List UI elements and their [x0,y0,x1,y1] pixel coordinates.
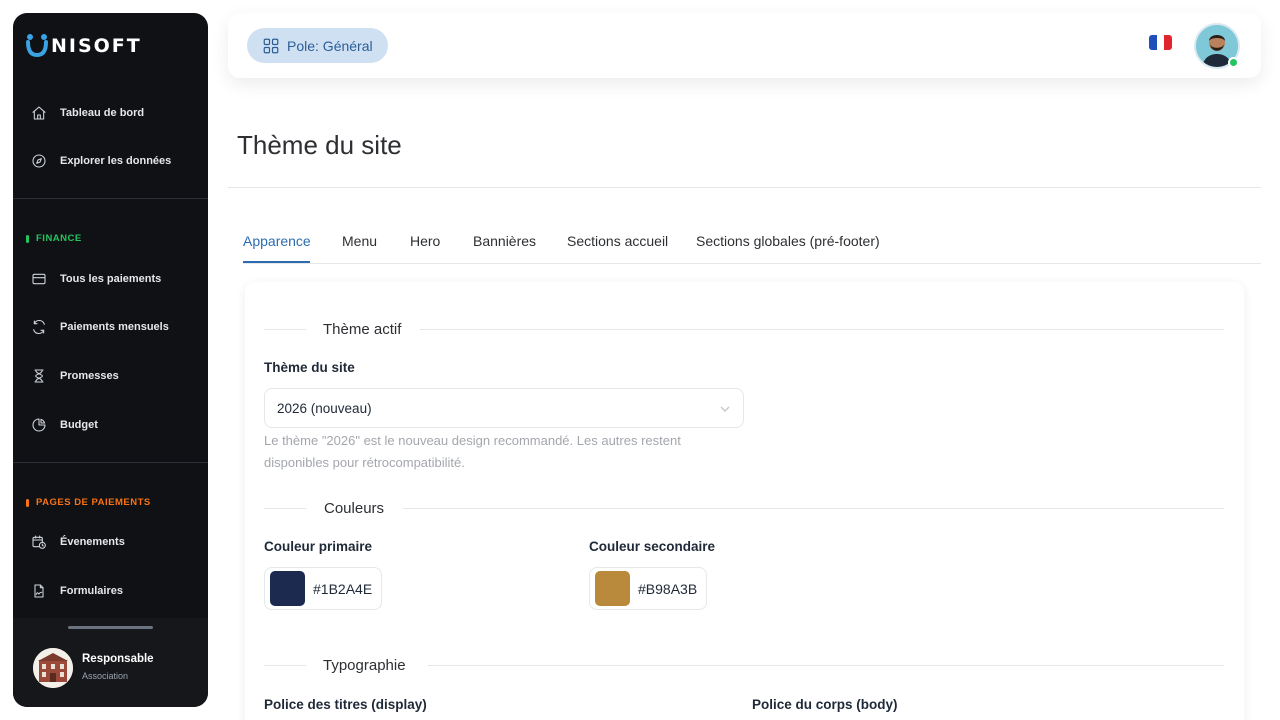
top-header: Pole: Général [228,13,1261,78]
user-role: Association [82,671,129,681]
building-icon [33,648,73,688]
settings-card: Thème actif Thème du site 2026 (nouveau)… [245,282,1244,720]
sidebar-item-events[interactable]: Évenements [31,532,125,552]
secondary-color-picker[interactable]: #B98A3B [589,567,708,610]
brand-logo[interactable]: NISOFT [25,33,142,59]
tabs: Apparence Menu Hero Bannières Sections a… [243,231,1261,264]
avatar [33,648,73,688]
online-status-dot [1228,57,1239,68]
theme-select-value: 2026 (nouveau) [277,400,372,416]
sidebar-item-label: Évenements [60,536,125,548]
primary-color-picker[interactable]: #1B2A4E [264,567,383,610]
sidebar-item-label: Explorer les données [60,155,172,167]
page-title: Thème du site [237,130,402,160]
sidebar: NISOFT Tableau de bord Explorer les donn… [13,13,208,707]
sidebar-item-label: Budget [60,419,98,431]
theme-hint: Le thème "2026" est le nouveau design re… [264,433,681,470]
fieldset-line [428,665,1224,666]
sidebar-item-label: Promesses [60,370,119,382]
primary-color-swatch [270,571,305,606]
section-title-colors: Couleurs [324,500,385,517]
section-label-finance: FINANCE [26,233,82,244]
calendar-clock-icon [32,535,46,549]
tab-sections-accueil[interactable]: Sections accueil [567,233,668,249]
sidebar-item-label: Tous les paiements [60,273,162,285]
fieldset-line [264,665,306,666]
section-label-payment-pages: PAGES DE PAIEMENTS [26,497,151,508]
fieldset-line [420,329,1224,330]
sidebar-item-all-payments[interactable]: Tous les paiements [31,269,161,289]
tab-menu[interactable]: Menu [342,233,377,249]
sidebar-item-promises[interactable]: Promesses [31,366,119,386]
home-icon [32,106,46,120]
fieldset-line [403,508,1224,509]
sidebar-item-label: Paiements mensuels [60,321,169,333]
secondary-color-label: Couleur secondaire [589,539,716,554]
section-label-text: FINANCE [36,233,82,244]
section-title-theme: Thème actif [323,321,402,338]
sidebar-item-budget[interactable]: Budget [31,415,98,435]
display-font-label: Police des titres (display) [264,697,427,712]
credit-card-icon [32,273,46,285]
body-font-label: Police du corps (body) [752,697,898,712]
primary-color-label: Couleur primaire [264,539,373,554]
title-divider [228,187,1261,188]
active-tab-indicator [243,261,310,263]
brand-name: NISOFT [51,35,142,57]
sidebar-divider [13,462,208,463]
grid-icon [263,38,279,53]
user-name: Responsable [82,653,154,665]
tab-bannieres[interactable]: Bannières [473,233,536,249]
refresh-icon [33,319,45,335]
pole-selector-button[interactable]: Pole: Général [247,28,388,63]
flag-fr-icon[interactable] [1149,35,1172,50]
theme-select[interactable]: 2026 (nouveau) [264,388,744,428]
sidebar-scroll-handle[interactable] [68,626,153,629]
chevron-down-icon [720,406,730,412]
tab-hero[interactable]: Hero [410,233,440,249]
fieldset-line [264,508,306,509]
secondary-color-value: #B98A3B [638,580,698,597]
sidebar-item-forms[interactable]: Formulaires [31,581,123,601]
tab-apparence[interactable]: Apparence [243,233,311,249]
section-title-typography: Typographie [323,657,406,674]
pole-label: Pole: Général [287,37,373,54]
unisoft-logo-icon [25,33,49,59]
secondary-color-swatch [595,571,630,606]
section-label-text: PAGES DE PAIEMENTS [36,497,151,508]
tab-sections-globales[interactable]: Sections globales (pré-footer) [696,233,880,249]
compass-icon [32,154,46,168]
file-signature-icon [34,584,44,598]
sidebar-item-dashboard[interactable]: Tableau de bord [31,103,144,123]
section-marker [26,498,29,507]
sidebar-item-monthly-payments[interactable]: Paiements mensuels [31,317,169,337]
sidebar-item-label: Tableau de bord [60,107,145,119]
section-marker [26,234,29,243]
sidebar-item-label: Formulaires [60,585,123,597]
sidebar-divider [13,198,208,199]
pie-chart-icon [32,418,46,432]
primary-color-value: #1B2A4E [313,580,373,597]
fieldset-line [264,329,306,330]
hourglass-icon [34,369,44,383]
sidebar-item-explore[interactable]: Explorer les données [31,151,171,171]
theme-field-label: Thème du site [264,360,355,375]
